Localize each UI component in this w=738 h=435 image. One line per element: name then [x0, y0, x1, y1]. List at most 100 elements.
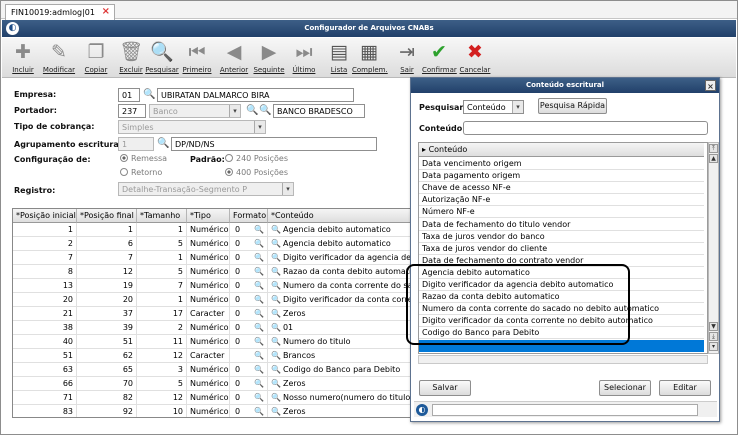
primeiro-button[interactable]: ⏮ Primeiro [180, 40, 214, 76]
cell-search-icon[interactable]: 🔍 [254, 237, 264, 251]
table-cell[interactable]: Numérico [187, 321, 230, 335]
table-cell[interactable]: 40 [13, 335, 77, 349]
table-cell[interactable]: 0 🔍 [230, 293, 268, 307]
table-cell[interactable]: 7 [13, 251, 77, 265]
table-cell[interactable]: 🔍Digito verificador da conta corrente no… [268, 293, 423, 307]
table-cell[interactable]: 0 🔍 [230, 237, 268, 251]
table-row[interactable]: 1 1 1 Numérico 0 🔍 🔍 Agencia debito automatico [13, 223, 423, 237]
table-cell[interactable]: 🔍 Razao da conta debito automatico [268, 265, 423, 279]
table-cell[interactable]: 8 [13, 265, 77, 279]
empresa-name-field[interactable]: UBIRATAN DALMARCO BIRA [157, 88, 354, 102]
table-cell[interactable]: 5 [137, 265, 187, 279]
table-cell[interactable]: 0 🔍 [230, 307, 268, 321]
empresa-search-icon[interactable]: 🔍 [143, 89, 155, 101]
salvar-button[interactable]: Salvar [419, 380, 471, 396]
table-cell[interactable]: 1 [137, 251, 187, 265]
cell-search-icon[interactable]: 🔍 [271, 337, 281, 346]
empresa-code-field[interactable]: 01 [118, 88, 140, 102]
seguinte-button[interactable]: ▶ Seguinte [252, 40, 286, 76]
incluir-button[interactable]: ✚ Incluir [6, 40, 40, 76]
portador-search-icon[interactable]: 🔍 [246, 105, 258, 117]
table-row[interactable]: 63 65 3 Numérico 0 🔍 🔍 Codigo do Banco para Deb… [13, 363, 423, 377]
agrupamento-name-field[interactable]: DP/ND/NS [171, 137, 377, 151]
portador-code-field[interactable]: 237 [118, 104, 146, 118]
table-cell[interactable]: 🔍 Brancos [268, 349, 423, 363]
scroll-up-icon[interactable]: ▲ [709, 154, 718, 163]
table-cell[interactable]: Numérico [187, 335, 230, 349]
table-cell[interactable]: 11 [137, 335, 187, 349]
table-cell[interactable]: Caracter [187, 349, 230, 363]
list-item[interactable]: Chave de acesso NF-e [419, 182, 704, 195]
table-cell[interactable]: 70 [77, 377, 137, 391]
agrupamento-search-icon[interactable]: 🔍 [157, 138, 169, 150]
table-cell[interactable]: 37 [77, 307, 137, 321]
table-cell[interactable]: 51 [77, 335, 137, 349]
cell-search-icon[interactable]: 🔍 [271, 351, 281, 360]
table-cell[interactable]: 3 [137, 363, 187, 377]
list-item[interactable]: Número NF-e [419, 206, 704, 219]
table-cell[interactable]: Numérico [187, 223, 230, 237]
table-row[interactable]: 7 7 1 Numérico 0 🔍 🔍 Digito verificador da agen… [13, 251, 423, 265]
cell-search-icon[interactable]: 🔍 [271, 281, 281, 290]
table-cell[interactable]: 12 [137, 349, 187, 363]
table-cell[interactable]: Numérico [187, 265, 230, 279]
dialog-close-icon[interactable]: × [705, 80, 716, 91]
table-cell[interactable]: 12 [137, 391, 187, 405]
conteudo-search-input[interactable] [463, 121, 708, 135]
cell-search-icon[interactable]: 🔍 [254, 279, 264, 293]
table-cell[interactable]: 38 [13, 321, 77, 335]
retorno-radio[interactable]: Retorno [120, 168, 162, 177]
grid-header[interactable]: *Tipo [187, 209, 230, 223]
table-row[interactable]: 66 70 5 Numérico 0 🔍 🔍 Zeros [13, 377, 423, 391]
cell-search-icon[interactable]: 🔍 [271, 309, 281, 318]
table-cell[interactable]: 13 [13, 279, 77, 293]
cell-search-icon[interactable]: 🔍 [254, 321, 264, 335]
table-cell[interactable]: 20 [77, 293, 137, 307]
table-cell[interactable]: 0 🔍 [230, 265, 268, 279]
table-cell[interactable]: 7 [137, 279, 187, 293]
table-cell[interactable]: Numérico [187, 391, 230, 405]
pesquisar-button[interactable]: 🔍 Pesquisar [145, 40, 179, 76]
table-cell[interactable]: 1 [137, 223, 187, 237]
table-cell[interactable]: 🔍 Zeros [268, 307, 423, 321]
table-cell[interactable]: 0 🔍 [230, 251, 268, 265]
table-cell[interactable]: 🔍Nosso numero(numero do titulo bancario) [268, 391, 423, 405]
table-cell[interactable]: 39 [77, 321, 137, 335]
excluir-button[interactable]: 🗑 Excluir [114, 40, 148, 76]
cell-search-icon[interactable]: 🔍 [271, 393, 281, 402]
table-cell[interactable]: 2 [13, 237, 77, 251]
table-cell[interactable]: 65 [77, 363, 137, 377]
table-cell[interactable]: 🔍 Zeros [268, 377, 423, 391]
scroll-bottom-icon[interactable]: ⤓ [709, 332, 718, 341]
table-cell[interactable]: 20 [13, 293, 77, 307]
table-cell[interactable]: 0 🔍 [230, 363, 268, 377]
table-cell[interactable]: 0 🔍 [230, 405, 268, 417]
cell-search-icon[interactable]: 🔍 [254, 377, 264, 391]
table-cell[interactable]: Numérico [187, 405, 230, 417]
grid-header[interactable]: *Tamanho [137, 209, 187, 223]
cell-search-icon[interactable]: 🔍 [254, 363, 264, 377]
scroll-top-icon[interactable]: ⤒ [709, 144, 718, 153]
cell-search-icon[interactable]: 🔍 [271, 295, 281, 304]
table-cell[interactable]: 19 [77, 279, 137, 293]
list-header[interactable]: ▸ Conteúdo [419, 143, 704, 157]
cell-search-icon[interactable]: 🔍 [254, 293, 264, 307]
table-cell[interactable]: 🔍 Numero do titulo [268, 335, 423, 349]
table-cell[interactable]: Numérico [187, 279, 230, 293]
modificar-button[interactable]: ✎ Modificar [42, 40, 76, 76]
table-row[interactable]: 71 82 12 Numérico 0 🔍 🔍 Nosso numero(numero do … [13, 391, 423, 405]
table-cell[interactable]: Numérico [187, 377, 230, 391]
table-cell[interactable]: 🔍 Zeros [268, 405, 423, 417]
table-cell[interactable]: 51 [13, 349, 77, 363]
table-cell[interactable]: Numérico [187, 251, 230, 265]
editar-button[interactable]: Editar [659, 380, 711, 396]
pesquisa-rapida-button[interactable]: Pesquisa Rápida [538, 98, 607, 114]
horizontal-scrollbar[interactable] [418, 355, 708, 364]
cell-search-icon[interactable]: 🔍 [254, 265, 264, 279]
list-item[interactable]: Data vencimento origem [419, 158, 704, 170]
cell-search-icon[interactable]: 🔍 [271, 239, 281, 248]
table-cell[interactable]: 2 [137, 321, 187, 335]
sair-button[interactable]: ⇥ Sair [390, 40, 424, 76]
table-cell[interactable]: 🔍 01 [268, 321, 423, 335]
ultimo-button[interactable]: ⏭ Último [287, 40, 321, 76]
